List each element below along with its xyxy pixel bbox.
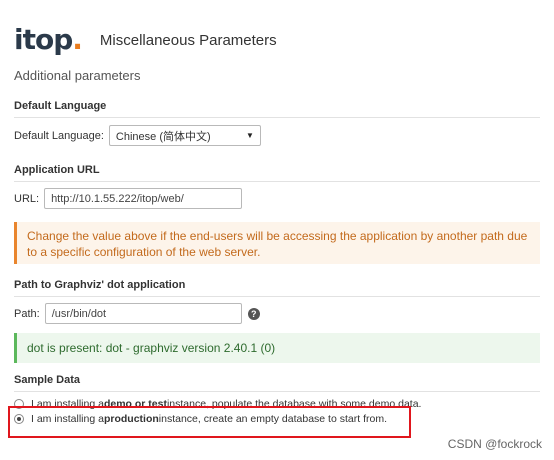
page-header: itop. Miscellaneous Parameters [14,20,277,60]
graphviz-path-row: Path: /usr/bin/dot ? [14,303,260,324]
divider [14,391,540,392]
sample-data-title: Sample Data [14,374,81,386]
url-warning-alert: Change the value above if the end-users … [14,222,540,264]
default-language-value: Chinese (简体中文) [115,130,211,143]
help-icon[interactable]: ? [247,307,260,320]
default-language-select[interactable]: Chinese (简体中文) ▼ [108,125,261,146]
default-language-label: Default Language: [14,129,104,142]
logo-dot: . [72,23,83,56]
default-language-title: Default Language [14,100,107,112]
divider [14,117,540,118]
logo-text: itop [14,23,73,56]
divider [14,296,540,297]
annotation-highlight-box [8,406,411,438]
application-url-title: Application URL [14,164,100,176]
url-label: URL: [14,192,40,205]
itop-logo: itop. [14,23,83,56]
graphviz-path-value: /usr/bin/dot [51,307,107,320]
graphviz-status-alert: dot is present: dot - graphviz version 2… [14,333,540,363]
dropdown-caret-icon: ▼ [246,131,254,140]
default-language-row: Default Language: Chinese (简体中文) ▼ [14,125,261,146]
url-input[interactable]: http://10.1.55.222/itop/web/ [44,188,243,209]
page-title: Miscellaneous Parameters [99,31,277,49]
graphviz-path-input[interactable]: /usr/bin/dot [44,303,242,324]
url-warning-text: Change the value above if the end-users … [27,229,528,259]
section-subheading: Additional parameters [14,68,141,83]
watermark-text: CSDN @fockrock [447,437,542,451]
divider [14,181,540,182]
path-label: Path: [14,307,40,320]
application-url-row: URL: http://10.1.55.222/itop/web/ [14,188,243,209]
graphviz-title: Path to Graphviz' dot application [14,279,186,291]
url-input-value: http://10.1.55.222/itop/web/ [51,192,184,205]
graphviz-status-text: dot is present: dot - graphviz version 2… [27,341,276,355]
